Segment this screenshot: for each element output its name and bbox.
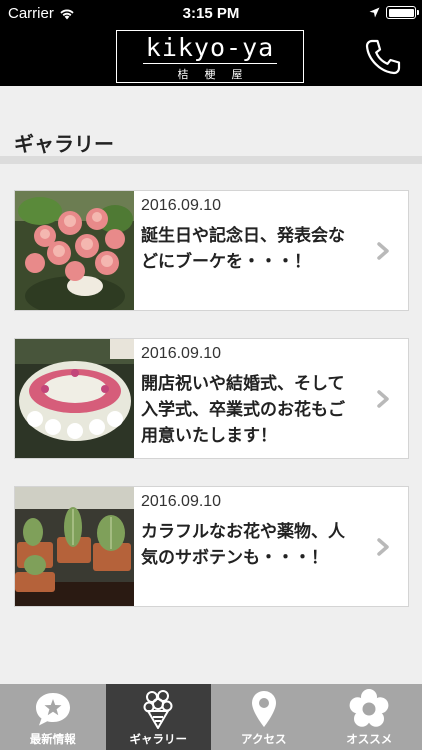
- chevron-right-icon: [377, 390, 389, 408]
- tab-access[interactable]: アクセス: [211, 684, 317, 750]
- tab-label: アクセス: [241, 732, 287, 746]
- chevron-right-icon: [377, 242, 389, 260]
- bouquet-icon: [143, 690, 173, 729]
- tab-label: ギャラリー: [129, 732, 188, 746]
- tab-label: オススメ: [346, 732, 393, 746]
- tab-bar: 最新情報 ギャラリー アクセス オススメ: [0, 684, 422, 750]
- status-bar: Carrier 3:15 PM: [0, 0, 422, 28]
- logo-latin-text: kikyo-ya: [145, 33, 275, 62]
- gallery-item-cactus[interactable]: 2016.09.10 カラフルなお花や薬物、人気のサボテンも・・・！: [14, 486, 409, 607]
- arrangement-photo: [15, 339, 134, 458]
- item-caption: カラフルなお花や薬物、人気のサボテンも・・・！: [141, 522, 345, 568]
- gallery-item-bouquet[interactable]: 2016.09.10 誕生日や記念日、発表会などにブーケを・・・！: [14, 190, 409, 311]
- status-right: [369, 6, 419, 19]
- app-header: kikyo-ya 桔梗屋: [0, 28, 422, 86]
- cactus-photo: [15, 487, 134, 606]
- gallery-item-wedding[interactable]: 2016.09.10 開店祝いや結婚式、そして入学式、卒業式のお花もご用意いたし…: [14, 338, 409, 459]
- tab-news[interactable]: 最新情報: [0, 684, 106, 750]
- logo-kanji-text: 桔梗屋: [177, 68, 259, 81]
- logo-divider: [143, 63, 277, 64]
- map-pin-icon: [251, 691, 276, 727]
- section-header: ギャラリー: [0, 86, 422, 164]
- chevron-right-icon: [377, 538, 389, 556]
- item-caption: 開店祝いや結婚式、そして入学式、卒業式のお花もご用意いたします！: [141, 374, 345, 446]
- clock: 3:15 PM: [182, 5, 240, 22]
- flower-icon: [349, 689, 389, 727]
- item-date: 2016.09.10: [141, 197, 222, 214]
- item-date: 2016.09.10: [141, 493, 222, 510]
- phone-icon[interactable]: [362, 36, 404, 78]
- tab-label: 最新情報: [29, 732, 76, 746]
- tab-recommend[interactable]: オススメ: [317, 684, 422, 750]
- battery-icon: [386, 6, 419, 19]
- tab-gallery[interactable]: ギャラリー: [105, 684, 211, 750]
- item-date: 2016.09.10: [141, 345, 222, 362]
- bouquet-photo: [15, 191, 134, 310]
- location-arrow-icon: [369, 7, 380, 18]
- page-title: ギャラリー: [14, 132, 114, 156]
- item-caption: 誕生日や記念日、発表会などにブーケを・・・！: [141, 226, 345, 272]
- kikyoya-logo[interactable]: kikyo-ya 桔梗屋: [116, 30, 304, 83]
- speech-star-icon: [35, 693, 70, 726]
